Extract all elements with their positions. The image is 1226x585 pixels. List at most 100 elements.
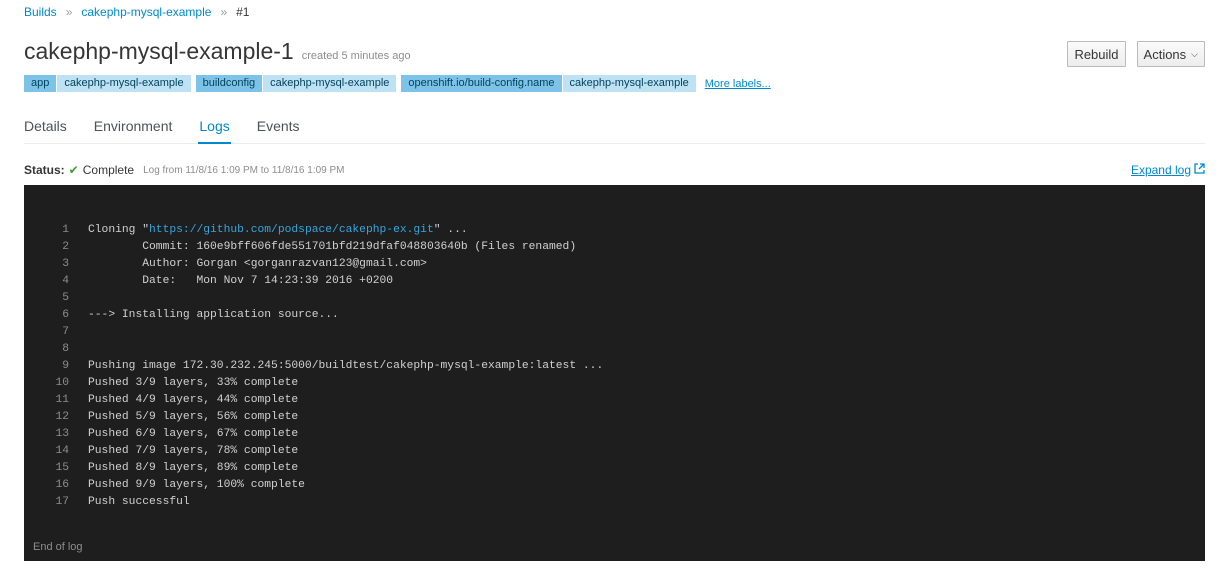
- log-line-text: Cloning "https://github.com/podspace/cak…: [88, 222, 468, 239]
- log-line-number: 11: [55, 394, 69, 406]
- log-line-number: 17: [55, 496, 69, 508]
- log-line-number: 16: [55, 479, 69, 491]
- log-text: ---> Installing application source...: [88, 309, 339, 321]
- log-line: 17 Push successful: [24, 494, 603, 511]
- log-text: Pushed 7/9 layers, 78% complete: [88, 445, 299, 457]
- log-line-number: 12: [55, 411, 69, 423]
- log-text: Commit: 160e9bff606fde551701bfd219dfaf04…: [88, 241, 577, 253]
- log-text: Cloning ": [88, 224, 150, 236]
- rebuild-button[interactable]: Rebuild: [1067, 41, 1126, 67]
- created-timestamp: created 5 minutes ago: [301, 50, 411, 62]
- log-line-number: 14: [55, 445, 69, 457]
- check-icon: ✔: [68, 163, 79, 177]
- page-title: cakephp-mysql-example-1: [24, 38, 294, 64]
- actions-label: Actions: [1143, 46, 1187, 62]
- log-line-number: 13: [55, 428, 69, 440]
- label-buildconfig[interactable]: buildconfig cakephp-mysql-example: [195, 75, 397, 92]
- external-link-icon: [1194, 163, 1205, 177]
- label-value: cakephp-mysql-example: [56, 75, 191, 92]
- log-line-text: Pushed 8/9 layers, 89% complete: [88, 460, 298, 477]
- label-value: cakephp-mysql-example: [262, 75, 397, 92]
- tab-details[interactable]: Details: [24, 113, 67, 143]
- page-header: cakephp-mysql-example-1 created 5 minute…: [24, 38, 411, 65]
- log-text: Pushed 6/9 layers, 67% complete: [88, 428, 299, 440]
- log-line: 3 Author: Gorgan <gorganrazvan123@gmail.…: [24, 256, 603, 273]
- log-line-text: Author: Gorgan <gorganrazvan123@gmail.co…: [88, 256, 427, 273]
- log-line-text: Pushed 4/9 layers, 44% complete: [88, 392, 298, 409]
- tab-events[interactable]: Events: [257, 113, 300, 143]
- log-line-number: 3: [62, 258, 69, 270]
- log-line: 14 Pushed 7/9 layers, 78% complete: [24, 443, 603, 460]
- log-url-link[interactable]: https://github.com/podspace/cakephp-ex.g…: [149, 224, 434, 236]
- log-line-text: ---> Installing application source...: [88, 307, 339, 324]
- actions-dropdown-button[interactable]: Actions ⌵: [1136, 41, 1205, 67]
- log-line: 10 Pushed 3/9 layers, 33% complete: [24, 375, 603, 392]
- log-text: Pushed 8/9 layers, 89% complete: [88, 462, 299, 474]
- expand-log-label: Expand log: [1130, 163, 1191, 177]
- label-key: app: [24, 75, 57, 92]
- log-text: Pushing image 172.30.232.245:5000/buildt…: [88, 360, 604, 372]
- log-text: " ...: [433, 224, 468, 236]
- log-line: 16 Pushed 9/9 layers, 100% complete: [24, 477, 603, 494]
- log-text: Pushed 4/9 layers, 44% complete: [88, 394, 299, 406]
- log-text: Author: Gorgan <gorganrazvan123@gmail.co…: [88, 258, 427, 270]
- log-line-number: 2: [62, 241, 69, 253]
- log-line: 13 Pushed 6/9 layers, 67% complete: [24, 426, 603, 443]
- label-app[interactable]: app cakephp-mysql-example: [24, 75, 191, 92]
- tab-logs[interactable]: Logs: [198, 113, 232, 144]
- log-line: 15 Pushed 8/9 layers, 89% complete: [24, 460, 603, 477]
- tab-bar: Details Environment Logs Events: [24, 113, 1205, 144]
- status-label: Status:: [24, 163, 65, 177]
- label-build-config-name[interactable]: openshift.io/build-config.name cakephp-m…: [401, 75, 696, 92]
- log-line-number: 15: [55, 462, 69, 474]
- log-line: 9 Pushing image 172.30.232.245:5000/build…: [24, 358, 603, 375]
- label-key: openshift.io/build-config.name: [401, 75, 562, 92]
- caret-down-icon: ⌵: [1191, 48, 1198, 59]
- log-line-text: Commit: 160e9bff606fde551701bfd219dfaf04…: [88, 239, 576, 256]
- label-key: buildconfig: [195, 75, 263, 92]
- log-line-text: Pushed 9/9 layers, 100% complete: [88, 477, 305, 494]
- breadcrumb-current: #1: [236, 5, 250, 19]
- log-line-text: Pushing image 172.30.232.245:5000/buildt…: [88, 358, 603, 375]
- status-value: Complete: [82, 163, 135, 177]
- log-line-text: Pushed 5/9 layers, 56% complete: [88, 409, 298, 426]
- log-line-number: 9: [62, 360, 69, 372]
- log-line: 5: [24, 290, 603, 307]
- log-text: Pushed 5/9 layers, 56% complete: [88, 411, 299, 423]
- log-line-number: 6: [62, 309, 69, 321]
- breadcrumb-builds-link[interactable]: Builds: [24, 5, 57, 19]
- label-value: cakephp-mysql-example: [561, 75, 696, 92]
- log-line-text: Pushed 3/9 layers, 33% complete: [88, 375, 298, 392]
- log-line: 2 Commit: 160e9bff606fde551701bfd219dfaf…: [24, 239, 603, 256]
- expand-log-link[interactable]: Expand log: [1131, 163, 1205, 177]
- log-line: 1 Cloning "https://github.com/podspace/ca…: [24, 222, 603, 239]
- more-labels-link[interactable]: More labels...: [705, 78, 771, 90]
- breadcrumb-separator: »: [65, 5, 73, 19]
- log-line-number: 4: [62, 275, 69, 287]
- log-text: Date: Mon Nov 7 14:23:39 2016 +0200: [88, 275, 394, 287]
- breadcrumb-buildconfig-link[interactable]: cakephp-mysql-example: [81, 5, 211, 19]
- log-line: 4 Date: Mon Nov 7 14:23:39 2016 +0200: [24, 273, 603, 290]
- end-of-log-label: End of log: [33, 541, 83, 553]
- log-line-text: Push successful: [88, 494, 190, 511]
- log-line-number: 10: [55, 377, 69, 389]
- log-line-number: 1: [62, 224, 69, 236]
- log-text: Pushed 3/9 layers, 33% complete: [88, 377, 299, 389]
- status-row: Status: ✔ Complete Log from 11/8/16 1:09…: [24, 163, 1205, 177]
- log-line: 12 Pushed 5/9 layers, 56% complete: [24, 409, 603, 426]
- log-text: Push successful: [88, 496, 190, 508]
- log-line-text: Date: Mon Nov 7 14:23:39 2016 +0200: [88, 273, 393, 290]
- log-text: Pushed 9/9 layers, 100% complete: [88, 479, 305, 491]
- breadcrumb: Builds » cakephp-mysql-example » #1: [24, 5, 249, 19]
- breadcrumb-separator: »: [220, 5, 228, 19]
- log-time-range: Log from 11/8/16 1:09 PM to 11/8/16 1:09…: [143, 164, 345, 176]
- log-console[interactable]: 1 Cloning "https://github.com/podspace/ca…: [24, 185, 1205, 561]
- log-line-text: Pushed 6/9 layers, 67% complete: [88, 426, 298, 443]
- log-line: 8: [24, 341, 603, 358]
- label-list: app cakephp-mysql-example buildconfig ca…: [24, 75, 771, 92]
- log-line: 7: [24, 324, 603, 341]
- log-lines: 1 Cloning "https://github.com/podspace/ca…: [24, 222, 603, 511]
- log-line-number: 7: [62, 326, 69, 338]
- log-line: 6 ---> Installing application source...: [24, 307, 603, 324]
- tab-environment[interactable]: Environment: [94, 113, 173, 143]
